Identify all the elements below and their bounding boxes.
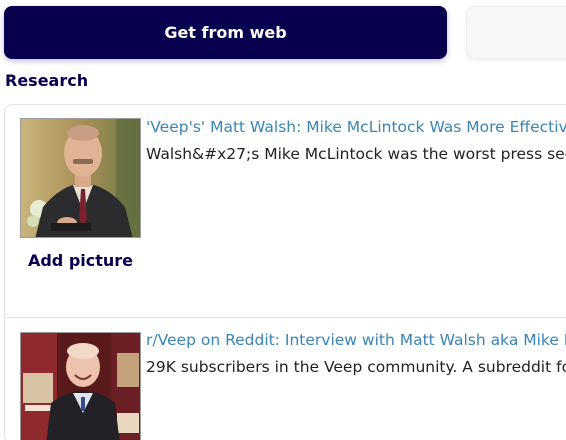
result-title-link[interactable]: r/Veep on Reddit: Interview with Matt Wa… bbox=[146, 331, 566, 349]
result-snippet: 29K subscribers in the Veep community. A… bbox=[146, 358, 566, 376]
secondary-action-button[interactable] bbox=[466, 6, 566, 59]
section-title: Research bbox=[5, 71, 89, 90]
man-in-suit-photo bbox=[21, 119, 140, 237]
man-at-event-photo bbox=[21, 333, 140, 440]
result-item: Add picture 'Veep's' Matt Walsh: Mike Mc… bbox=[5, 105, 566, 318]
research-panel-root: Get from web Research Add picture 'Veep'… bbox=[0, 0, 566, 440]
result-item: r/Veep on Reddit: Interview with Matt Wa… bbox=[5, 318, 566, 440]
result-thumbnail[interactable] bbox=[20, 118, 141, 238]
result-title-link[interactable]: 'Veep's' Matt Walsh: Mike McLintock Was … bbox=[146, 118, 566, 136]
result-thumbnail[interactable] bbox=[20, 332, 141, 440]
get-from-web-button[interactable]: Get from web bbox=[4, 6, 447, 59]
results-list: Add picture 'Veep's' Matt Walsh: Mike Mc… bbox=[4, 104, 566, 440]
result-snippet: Walsh&#x27;s Mike McLintock was the wors… bbox=[146, 145, 566, 163]
add-picture-button[interactable]: Add picture bbox=[20, 251, 141, 270]
